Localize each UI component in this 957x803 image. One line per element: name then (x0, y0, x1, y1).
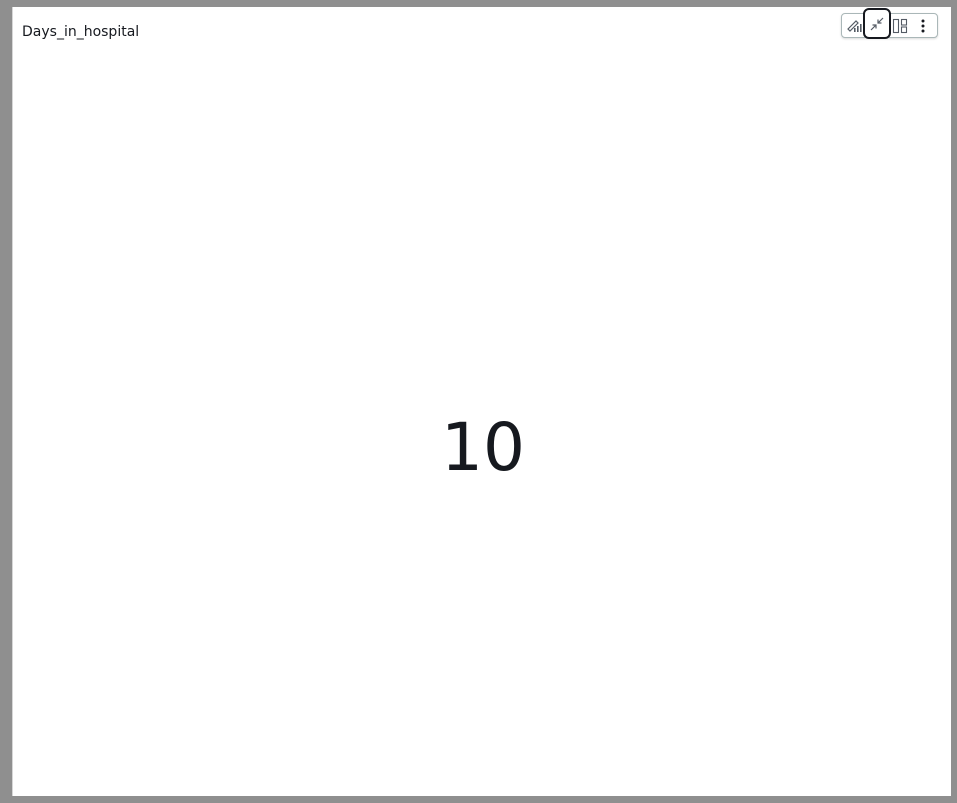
visual-type-button[interactable] (842, 14, 865, 37)
visual-type-icon (845, 17, 863, 35)
dashboard-frame: Days_in_hospital 10 (0, 0, 957, 803)
more-options-icon (915, 18, 931, 34)
visual-title: Days_in_hospital (22, 24, 140, 40)
layout-button[interactable] (888, 14, 911, 37)
collapse-button[interactable] (863, 8, 891, 39)
more-options-button[interactable] (911, 14, 934, 37)
layout-icon (892, 18, 908, 34)
visual-toolbar (841, 8, 938, 39)
kpi-value: 10 (441, 409, 525, 486)
visual-panel[interactable]: Days_in_hospital 10 (12, 7, 951, 796)
collapse-icon (869, 16, 885, 32)
